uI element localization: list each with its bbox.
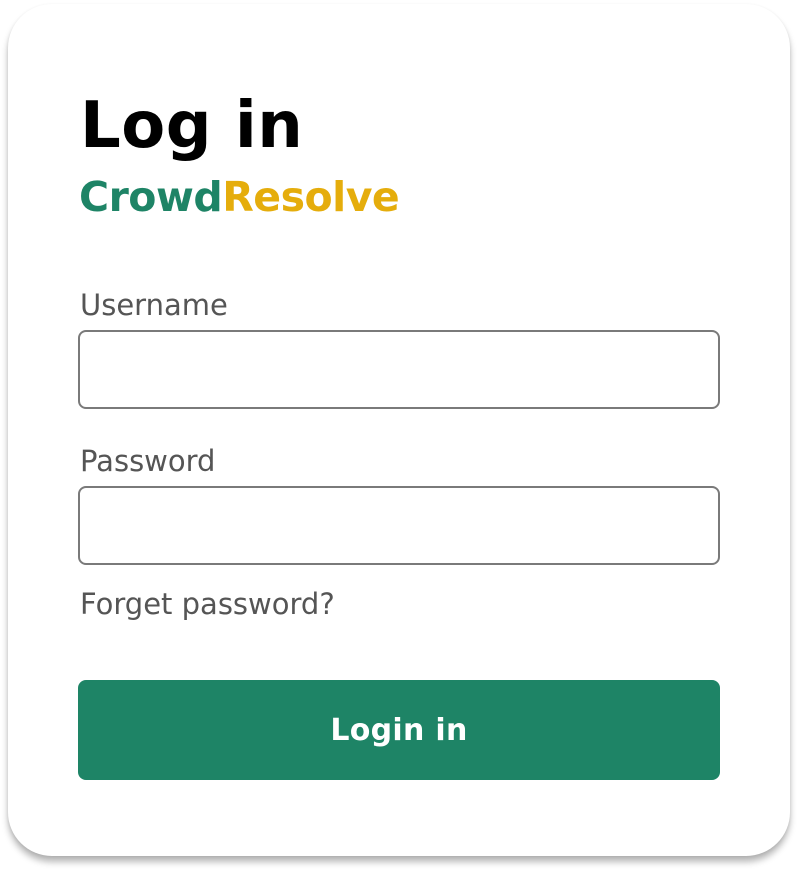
password-label: Password [80, 444, 216, 478]
page-title: Log in [80, 89, 304, 163]
forgot-password-link[interactable]: Forget password? [80, 584, 335, 624]
brand-name-resolve: Resolve [222, 173, 400, 221]
password-field[interactable] [78, 486, 720, 565]
brand-logo: CrowdResolve [79, 169, 400, 225]
username-label: Username [80, 288, 228, 322]
username-field[interactable] [78, 330, 720, 409]
brand-name-crowd: Crowd [79, 173, 223, 221]
login-button[interactable]: Login in [78, 680, 720, 780]
login-card: Log in CrowdResolve Username Password Fo… [8, 4, 790, 856]
